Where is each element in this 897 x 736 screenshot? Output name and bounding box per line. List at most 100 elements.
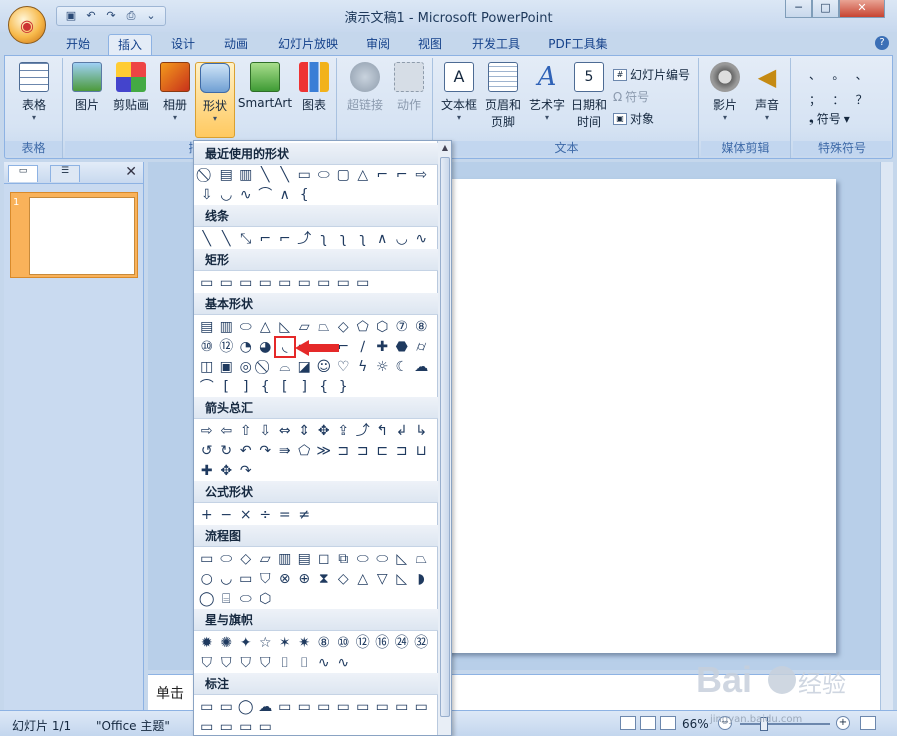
shape-item[interactable]: ✶ [275, 633, 295, 653]
shape-item[interactable]: ✺ [217, 633, 237, 653]
shape-item[interactable]: ⬣ [392, 337, 412, 357]
shape-item[interactable]: ⤡ [236, 229, 256, 249]
shape-item[interactable]: ⌒ [256, 185, 276, 205]
shape-item[interactable]: ◺ [392, 549, 412, 569]
shape-item[interactable]: + [197, 505, 217, 525]
shape-item[interactable]: ⊗ [275, 569, 295, 589]
shape-item[interactable]: ⇦ [217, 421, 237, 441]
shape-item[interactable]: ⑧ [314, 633, 334, 653]
shape-item[interactable]: ↰ [373, 421, 393, 441]
special-char[interactable]: 、 [809, 66, 832, 83]
shape-item[interactable]: ◕ [256, 337, 276, 357]
shape-item[interactable]: [ [275, 377, 295, 397]
shape-item[interactable]: ⬭ [217, 549, 237, 569]
shape-item[interactable]: ◇ [236, 549, 256, 569]
shape-item[interactable]: ◔ [236, 337, 256, 357]
shape-item[interactable]: ⊕ [295, 569, 315, 589]
shape-item[interactable]: ▣ [217, 357, 237, 377]
shape-item[interactable]: ✦ [236, 633, 256, 653]
shape-item[interactable]: − [217, 505, 237, 525]
shape-item[interactable]: ▭ [236, 717, 256, 735]
theme-name[interactable]: "Office 主题" [96, 717, 170, 734]
shape-item[interactable]: { [295, 185, 315, 205]
shape-item[interactable]: ⌐ [373, 165, 393, 185]
shape-item[interactable]: ∧ [373, 229, 393, 249]
shape-item[interactable]: ◎ [236, 357, 256, 377]
shape-item[interactable]: ⛉ [256, 569, 276, 589]
shape-item[interactable]: ▭ [217, 273, 237, 293]
shape-item[interactable]: ◗ [412, 569, 432, 589]
shape-item[interactable]: ⇕ [295, 421, 315, 441]
shape-item[interactable]: ⃠ [256, 357, 276, 377]
shape-item[interactable]: ⊔ [412, 441, 432, 461]
shape-item[interactable]: ⬠ [353, 317, 373, 337]
shape-item[interactable]: ⬡ [256, 589, 276, 609]
shape-item[interactable]: ▢ [334, 165, 354, 185]
shape-item[interactable]: ⊐ [353, 441, 373, 461]
shape-item[interactable]: ⑧ [412, 317, 432, 337]
shape-item[interactable]: ↺ [197, 441, 217, 461]
shape-item[interactable]: ⌸ [217, 589, 237, 609]
table-button[interactable]: 表格 ▾ [11, 62, 57, 122]
tab-design[interactable]: 设计 [163, 34, 203, 56]
special-symbol-button[interactable]: ❟ 符号 ▾ [809, 110, 850, 127]
shape-item[interactable]: ⬠ [295, 441, 315, 461]
tab-insert[interactable]: 插入 [108, 34, 152, 56]
shape-item[interactable]: ϟ [353, 357, 373, 377]
shape-item[interactable]: ☼ [373, 357, 393, 377]
editor-scrollbar[interactable] [880, 162, 893, 710]
shape-item[interactable]: = [275, 505, 295, 525]
object-button[interactable]: ▣ 对象 [613, 110, 654, 127]
shape-item[interactable]: ⌷ [295, 653, 315, 673]
shape-item[interactable]: ⛉ [236, 653, 256, 673]
shape-item[interactable]: ╲ [197, 229, 217, 249]
shape-item[interactable]: ⇪ [334, 421, 354, 441]
shape-item[interactable]: ㉜ [412, 633, 432, 653]
zoom-level[interactable]: 66% [682, 717, 709, 731]
shape-item[interactable]: × [236, 505, 256, 525]
shape-item[interactable]: ☁ [412, 357, 432, 377]
outline-tab[interactable]: ☰ [50, 165, 80, 182]
shape-item[interactable]: ▭ [314, 697, 334, 717]
shape-item[interactable]: ⌓ [275, 357, 295, 377]
shape-item[interactable]: ▤ [295, 549, 315, 569]
slide-canvas[interactable] [408, 179, 836, 653]
shape-item[interactable]: ㉔ [392, 633, 412, 653]
shape-item[interactable]: ▥ [236, 165, 256, 185]
shape-item[interactable]: [ [217, 377, 237, 397]
shape-item[interactable]: ↳ [412, 421, 432, 441]
shape-item[interactable]: ▭ [295, 165, 315, 185]
shape-item[interactable]: △ [256, 317, 276, 337]
shape-item[interactable]: ▽ [373, 569, 393, 589]
shape-item[interactable]: ∿ [334, 653, 354, 673]
shape-item[interactable]: ⇔ [275, 421, 295, 441]
shape-item[interactable]: ☆ [256, 633, 276, 653]
shape-item[interactable]: ⬭ [236, 317, 256, 337]
shape-item[interactable]: ⧉ [334, 549, 354, 569]
shape-item[interactable]: ⊐ [392, 441, 412, 461]
tab-home[interactable]: 开始 [58, 34, 98, 56]
shape-item[interactable]: ▤ [197, 317, 217, 337]
hyperlink-button[interactable]: 超链接 [343, 62, 387, 113]
shape-item[interactable]: ⑫ [217, 337, 237, 357]
slide-number-button[interactable]: # 幻灯片编号 [613, 66, 690, 83]
wordart-button[interactable]: A 艺术字 ▾ [527, 62, 567, 122]
clipart-button[interactable]: 剪贴画 [107, 62, 155, 113]
shape-item[interactable]: △ [353, 569, 373, 589]
shape-item[interactable]: ▥ [217, 317, 237, 337]
shape-item[interactable]: ⤴ [295, 229, 315, 249]
shape-item[interactable]: ʅ [334, 229, 354, 249]
shape-item[interactable]: ∿ [314, 653, 334, 673]
help-icon[interactable]: ? [875, 36, 889, 50]
shape-item[interactable]: ☁ [256, 697, 276, 717]
special-char[interactable]: ； [809, 91, 832, 108]
shape-item[interactable]: ▭ [334, 697, 354, 717]
shape-item[interactable]: ▭ [353, 273, 373, 293]
shape-item[interactable]: { [256, 377, 276, 397]
shape-item[interactable]: ≠ [295, 505, 315, 525]
shape-item[interactable]: ⬭ [353, 549, 373, 569]
shape-item[interactable]: ⊏ [373, 441, 393, 461]
shape-item[interactable]: ▭ [197, 549, 217, 569]
shape-item[interactable]: ◺ [275, 317, 295, 337]
shape-item[interactable]: ▭ [197, 717, 217, 735]
